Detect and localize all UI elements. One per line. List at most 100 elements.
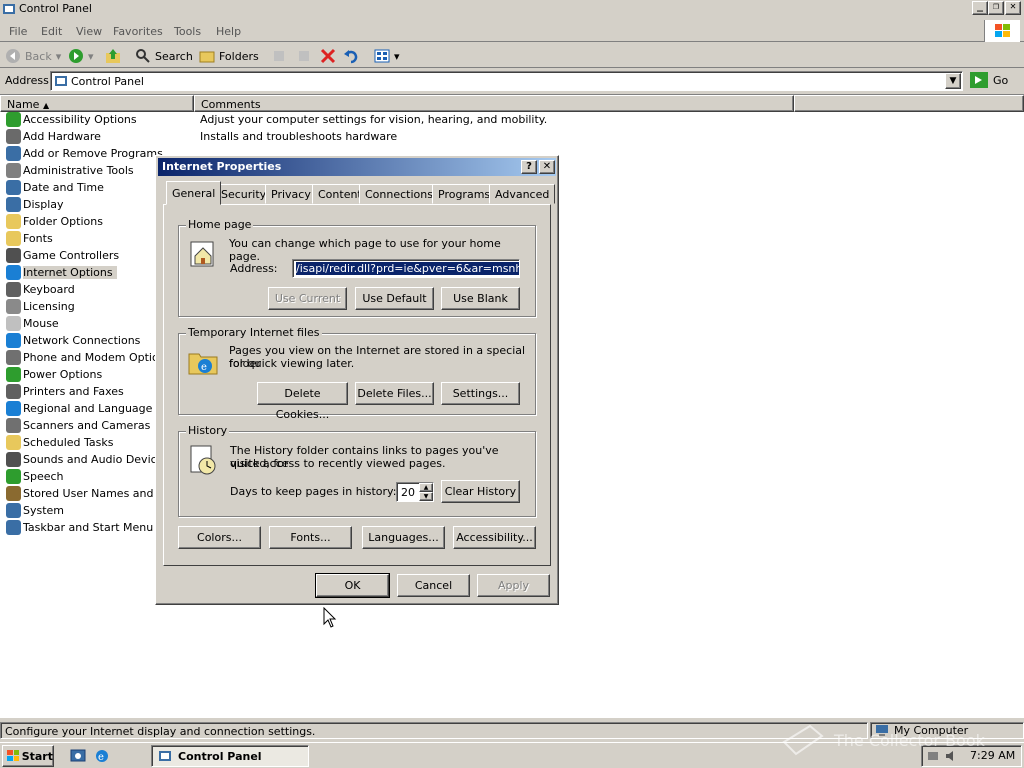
menu-edit[interactable]: Edit: [41, 25, 62, 38]
history-group-label: History: [186, 424, 230, 437]
tab-programs[interactable]: Programs: [432, 184, 497, 204]
menu-file[interactable]: File: [9, 25, 27, 38]
ok-button[interactable]: OK: [315, 573, 390, 598]
history-icon: [190, 445, 216, 475]
taskbar-control-panel-button[interactable]: Control Panel: [151, 745, 309, 767]
show-desktop-icon[interactable]: [70, 748, 86, 764]
item-name: Internet Options: [23, 266, 117, 279]
column-header-comments[interactable]: Comments: [194, 95, 794, 112]
taskbar: Start e Control Panel 7:29 AM: [0, 742, 1024, 768]
home-address-label: Address:: [230, 262, 278, 275]
item-icon: [6, 265, 21, 280]
list-item[interactable]: Accessibility Options Adjust your compute…: [0, 112, 1024, 129]
move-to-icon: [274, 51, 284, 61]
up-folder-button[interactable]: [105, 48, 121, 64]
item-icon: [6, 503, 21, 518]
close-button[interactable]: ✕: [1005, 1, 1021, 15]
back-arrow-icon: [6, 49, 20, 63]
history-group: History The History folder contains link…: [178, 424, 536, 517]
item-icon: [6, 384, 21, 399]
use-default-button[interactable]: Use Default: [355, 287, 434, 310]
menu-help[interactable]: Help: [216, 25, 241, 38]
accessibility-button[interactable]: Accessibility...: [453, 526, 536, 549]
go-button[interactable]: Go: [970, 72, 1008, 88]
item-icon: [6, 299, 21, 314]
copy-to-icon: [299, 51, 309, 61]
dialog-close-button[interactable]: ✕: [539, 160, 555, 174]
search-button[interactable]: Search: [135, 48, 193, 64]
days-to-keep-label: Days to keep pages in history:: [230, 485, 397, 498]
spinner-down-button[interactable]: ▼: [419, 492, 433, 501]
tab-general[interactable]: General: [166, 181, 222, 205]
folders-icon: [199, 51, 215, 63]
tab-security[interactable]: Security: [215, 184, 273, 204]
tray-network-icon[interactable]: [926, 749, 940, 763]
internet-explorer-icon[interactable]: e: [94, 748, 110, 764]
folders-button[interactable]: Folders: [199, 48, 259, 64]
clock[interactable]: 7:29 AM: [970, 749, 1015, 762]
menu-view[interactable]: View: [76, 25, 102, 38]
menu-tools[interactable]: Tools: [174, 25, 201, 38]
delete-button[interactable]: [320, 48, 336, 64]
address-field[interactable]: Control Panel ▼: [50, 71, 963, 91]
undo-button[interactable]: [343, 48, 359, 64]
windows-flag-icon: [7, 750, 19, 761]
address-value: Control Panel: [71, 75, 144, 88]
history-description-line2: quick access to recently viewed pages.: [230, 457, 446, 470]
home-page-group-label: Home page: [186, 218, 254, 231]
status-bar: Configure your Internet display and conn…: [0, 720, 1024, 740]
home-address-input[interactable]: /isapi/redir.dll?prd=ie&pver=6&ar=msnhom…: [292, 259, 520, 278]
list-item[interactable]: Add Hardware Installs and troubleshoots h…: [0, 129, 1024, 146]
clear-history-button[interactable]: Clear History: [441, 480, 520, 503]
item-icon: [6, 112, 21, 127]
temp-settings-button[interactable]: Settings...: [441, 382, 520, 405]
temporary-files-group-label: Temporary Internet files: [186, 326, 322, 339]
apply-button[interactable]: Apply: [477, 574, 550, 597]
item-icon: [6, 350, 21, 365]
menu-bar: File Edit View Favorites Tools Help: [0, 20, 1024, 42]
copy-to-button[interactable]: [296, 48, 312, 64]
help-button[interactable]: ?: [521, 160, 537, 174]
tab-connections[interactable]: Connections: [359, 184, 439, 204]
forward-button[interactable]: ▾: [68, 48, 94, 64]
item-icon: [6, 367, 21, 382]
use-current-button[interactable]: Use Current: [268, 287, 347, 310]
internet-properties-dialog: Internet Properties ? ✕ General Security…: [155, 155, 559, 605]
tab-advanced[interactable]: Advanced: [489, 184, 556, 204]
restore-button[interactable]: ❐: [988, 1, 1004, 15]
item-icon: [6, 282, 21, 297]
menu-favorites[interactable]: Favorites: [113, 25, 163, 38]
spinner-up-button[interactable]: ▲: [419, 483, 433, 492]
column-header-name[interactable]: Name ▲: [0, 95, 194, 112]
views-button[interactable]: ▾: [374, 48, 400, 64]
start-button[interactable]: Start: [2, 745, 54, 767]
cancel-button[interactable]: Cancel: [397, 574, 470, 597]
tray-volume-icon[interactable]: [944, 749, 958, 763]
home-page-icon: [190, 241, 214, 267]
folders-label: Folders: [219, 49, 259, 63]
item-icon: [6, 418, 21, 433]
back-label: Back: [25, 49, 52, 63]
fonts-button[interactable]: Fonts...: [269, 526, 352, 549]
back-button[interactable]: Back ▾: [5, 48, 61, 64]
minimize-button[interactable]: _: [972, 1, 988, 15]
tab-privacy[interactable]: Privacy: [265, 184, 317, 204]
delete-cookies-button[interactable]: Delete Cookies...: [257, 382, 348, 421]
use-blank-button[interactable]: Use Blank: [441, 287, 520, 310]
languages-button[interactable]: Languages...: [362, 526, 445, 549]
move-to-button[interactable]: [272, 48, 288, 64]
item-icon: [6, 146, 21, 161]
start-label: Start: [21, 749, 53, 763]
item-comment: Adjust your computer settings for vision…: [200, 113, 548, 126]
address-dropdown-button[interactable]: ▼: [945, 73, 961, 89]
days-to-keep-spinner[interactable]: 20 ▲ ▼: [396, 482, 434, 502]
item-icon: [6, 520, 21, 535]
colors-button[interactable]: Colors...: [178, 526, 261, 549]
item-icon: [6, 163, 21, 178]
search-icon: [136, 49, 150, 63]
status-zone: My Computer: [870, 722, 1024, 739]
item-name: Accessibility Options: [23, 113, 137, 126]
delete-files-button[interactable]: Delete Files...: [355, 382, 434, 405]
item-icon: [6, 401, 21, 416]
item-name: Add Hardware: [23, 130, 101, 143]
